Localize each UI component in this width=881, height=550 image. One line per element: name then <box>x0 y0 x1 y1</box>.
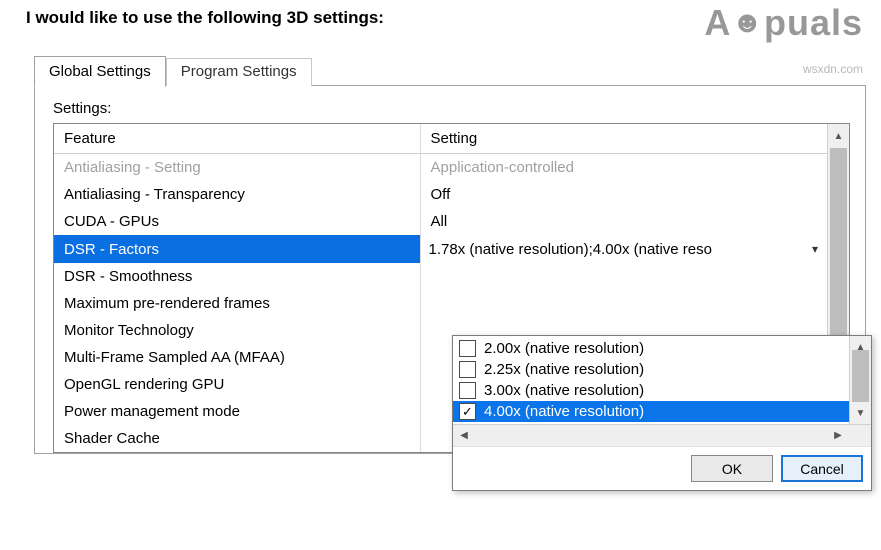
dsr-option[interactable]: 2.25x (native resolution) <box>453 359 849 380</box>
dsr-option[interactable]: ✓ 4.00x (native resolution) <box>453 401 849 422</box>
scroll-up-icon[interactable]: ▲ <box>828 124 849 148</box>
cell-setting: All <box>420 208 827 235</box>
table-row[interactable]: Maximum pre-rendered frames <box>54 290 827 317</box>
watermark-logo: A☻puals <box>704 2 863 44</box>
dsr-option-label: 3.00x (native resolution) <box>484 382 644 399</box>
cell-feature: Antialiasing - Transparency <box>54 181 420 208</box>
table-row[interactable]: DSR - Smoothness <box>54 263 827 290</box>
dsr-option-label: 2.25x (native resolution) <box>484 361 644 378</box>
checkbox-icon[interactable] <box>459 340 476 357</box>
tab-global-settings[interactable]: Global Settings <box>34 56 166 87</box>
dsr-option[interactable]: 3.00x (native resolution) <box>453 380 849 401</box>
cell-setting <box>420 290 827 317</box>
checkbox-icon[interactable] <box>459 361 476 378</box>
scroll-left-icon[interactable]: ◀ <box>453 425 475 446</box>
cell-feature: DSR - Factors <box>54 235 420 263</box>
checkbox-checked-icon[interactable]: ✓ <box>459 403 476 420</box>
ok-button[interactable]: OK <box>691 455 773 482</box>
cell-setting: Application-controlled <box>420 154 827 182</box>
dsr-option-label: 4.00x (native resolution) <box>484 403 644 420</box>
dropdown-value: 1.78x (native resolution);4.00x (native … <box>429 241 806 258</box>
table-row-dsr-factors[interactable]: DSR - Factors 1.78x (native resolution);… <box>54 235 827 263</box>
cell-feature: OpenGL rendering GPU <box>54 371 420 398</box>
table-row[interactable]: Antialiasing - Transparency Off <box>54 181 827 208</box>
scrollbar-thumb[interactable] <box>852 350 869 402</box>
scrollbar-corner <box>849 425 871 446</box>
cancel-button[interactable]: Cancel <box>781 455 863 482</box>
popup-horizontal-scrollbar[interactable]: ◀ ▶ <box>453 424 871 446</box>
cell-feature: Power management mode <box>54 398 420 425</box>
dsr-option[interactable]: 2.00x (native resolution) <box>453 338 849 359</box>
popup-vertical-scrollbar[interactable]: ▲ ▼ <box>849 336 871 424</box>
dsr-options-list: 2.00x (native resolution) 2.25x (native … <box>453 336 849 424</box>
checkbox-icon[interactable] <box>459 382 476 399</box>
table-row[interactable]: Antialiasing - Setting Application-contr… <box>54 154 827 182</box>
cell-setting <box>420 263 827 290</box>
scrollbar-thumb[interactable] <box>830 148 847 358</box>
scrollbar-track[interactable] <box>475 425 827 446</box>
column-header-setting[interactable]: Setting <box>420 124 827 154</box>
chevron-down-icon: ▾ <box>805 242 825 256</box>
cell-feature: CUDA - GPUs <box>54 208 420 235</box>
scroll-right-icon[interactable]: ▶ <box>827 425 849 446</box>
cell-feature: DSR - Smoothness <box>54 263 420 290</box>
cell-feature: Antialiasing - Setting <box>54 154 420 182</box>
tab-program-settings[interactable]: Program Settings <box>166 58 312 86</box>
cell-feature: Monitor Technology <box>54 317 420 344</box>
cell-feature: Maximum pre-rendered frames <box>54 290 420 317</box>
dsr-factors-dropdown[interactable]: 1.78x (native resolution);4.00x (native … <box>420 235 827 263</box>
cell-feature: Multi-Frame Sampled AA (MFAA) <box>54 344 420 371</box>
dsr-option-label: 2.00x (native resolution) <box>484 340 644 357</box>
cell-feature: Shader Cache <box>54 425 420 452</box>
scroll-down-icon[interactable]: ▼ <box>850 402 871 424</box>
settings-label: Settings: <box>53 100 847 117</box>
cell-setting: Off <box>420 181 827 208</box>
table-row[interactable]: CUDA - GPUs All <box>54 208 827 235</box>
dsr-factors-popup: 2.00x (native resolution) 2.25x (native … <box>452 335 872 491</box>
column-header-feature[interactable]: Feature <box>54 124 420 154</box>
